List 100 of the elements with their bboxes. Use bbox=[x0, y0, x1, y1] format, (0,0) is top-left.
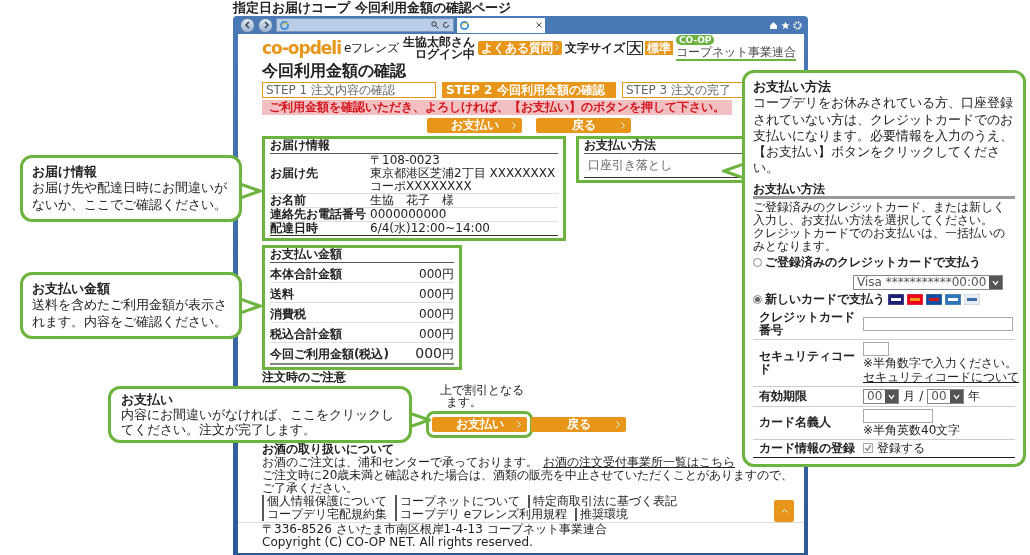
chevron-icon bbox=[517, 421, 521, 429]
footer-link[interactable]: コープデリ宅配規約集 bbox=[262, 508, 387, 522]
footer-link[interactable]: 推奨環境 bbox=[575, 508, 629, 522]
logo-subtitle: eフレンズ bbox=[344, 41, 400, 55]
callout-text: 内容にお間違いがなければ、ここをクリックしてください。注文が完了します。 bbox=[121, 407, 395, 437]
month-unit: 月 bbox=[903, 390, 916, 403]
card-logo-icon bbox=[926, 294, 942, 306]
row-label: 連絡先お電話番号 bbox=[270, 207, 367, 221]
page-caption: 指定日お届けコープ 今回利用金額の確認ページ bbox=[233, 0, 512, 16]
refresh-icon bbox=[442, 21, 450, 29]
field-label: セキュリティコード bbox=[759, 350, 856, 376]
notes-title: 注文時のご注意 bbox=[262, 370, 346, 384]
row-value: 6/4(水)12:00~14:00 bbox=[370, 221, 491, 235]
callout-title: お支払い bbox=[121, 392, 174, 407]
field-note: ※半角数字で入力ください。 bbox=[863, 357, 1018, 371]
site-logo: co-opdeli bbox=[262, 38, 341, 58]
row-label: お届け先 bbox=[270, 166, 319, 180]
year-unit: 年 bbox=[967, 390, 980, 403]
callout-text: 送料を含めたご利用金額が表示されます。内容をご確認ください。 bbox=[32, 297, 228, 330]
footer-link[interactable]: 個人情報保護について bbox=[262, 495, 387, 509]
search-icon bbox=[431, 21, 439, 29]
font-size-label: 文字サイズ bbox=[564, 41, 625, 55]
page-title: 今回利用金額の確認 bbox=[262, 61, 406, 80]
row-label: お名前 bbox=[270, 193, 307, 207]
login-status: 生協太郎さん ログイン中 bbox=[402, 36, 475, 60]
browser-tab[interactable] bbox=[457, 17, 545, 33]
browser-icon bbox=[280, 20, 289, 30]
row-label: 本体合計金額 bbox=[270, 267, 342, 281]
chevron-icon bbox=[621, 121, 625, 129]
chevron-icon bbox=[616, 421, 620, 429]
field-label: カード情報の登録 bbox=[759, 441, 856, 455]
amount-value: 000円 bbox=[419, 305, 454, 322]
checkbox-label: 登録する bbox=[877, 441, 925, 455]
year-select[interactable]: 00 bbox=[927, 389, 964, 404]
row-label: 消費税 bbox=[270, 307, 306, 321]
callout-title: お支払い金額 bbox=[32, 281, 111, 298]
back-button[interactable] bbox=[240, 17, 255, 33]
card-logo-icon bbox=[964, 294, 980, 306]
settings-icon bbox=[793, 20, 802, 30]
step-indicator: STEP 1 注文内容の確認 bbox=[262, 82, 436, 98]
close-icon bbox=[536, 22, 542, 28]
footer-link[interactable]: コープデリ eフレンズ利用規程 bbox=[395, 508, 568, 522]
checkbox[interactable] bbox=[863, 443, 873, 454]
row-value: 0000000000 bbox=[370, 207, 448, 221]
home-icon bbox=[769, 20, 778, 30]
callout-title: お届け情報 bbox=[32, 164, 98, 181]
field-label: カード名義人 bbox=[759, 416, 832, 430]
total-label: 今回ご利用金額(税込) bbox=[270, 345, 389, 363]
option-label: 新しいカードで支払う bbox=[765, 293, 885, 307]
instruction-text: クレジットカードでのお支払いは、一括払いのみとなります。 bbox=[753, 227, 1006, 254]
cardholder-field[interactable] bbox=[863, 409, 933, 423]
notes-text: ます。 bbox=[446, 396, 482, 410]
scroll-top-button[interactable] bbox=[774, 500, 794, 522]
row-value: 東京都港区芝浦2丁目 XXXXXXXX コーポXXXXXXXX bbox=[370, 166, 557, 193]
section-title: お支払い方法 bbox=[753, 182, 1015, 200]
notes-text: 上で割引となる bbox=[440, 383, 524, 397]
org-name: コープネット事業連合 bbox=[675, 46, 796, 61]
row-value: 〒108-0023 bbox=[370, 153, 441, 167]
field-label: 有効期限 bbox=[759, 390, 808, 403]
panel-title: お支払い金額 bbox=[270, 247, 454, 263]
alcohol-title: お酒の取り扱いについて bbox=[262, 443, 394, 457]
step-indicator: STEP 2 今回利用金額の確認 bbox=[442, 82, 616, 98]
amount-value: 000円 bbox=[419, 325, 454, 342]
caret-icon bbox=[949, 390, 963, 403]
field-label: クレジットカード番号 bbox=[759, 311, 856, 338]
office-list-link[interactable]: お酒の注文受付事業所一覧はこちら bbox=[543, 456, 735, 470]
instruction-text: ご登録済みのクレジットカード、または新しく入力し、お支払い方法を選択してください。 bbox=[753, 201, 1006, 228]
chevron-icon bbox=[512, 121, 516, 129]
row-label: 税込合計金額 bbox=[270, 327, 342, 341]
security-code-link[interactable]: セキュリティコードについて bbox=[863, 371, 1019, 384]
security-code-field[interactable] bbox=[863, 342, 889, 357]
option-label: ご登録済みのクレジットカードで支払う bbox=[765, 256, 981, 270]
card-select[interactable]: Visa ***********00:00 bbox=[853, 275, 1004, 291]
card-logo-icon bbox=[907, 294, 923, 306]
amount-value: 000円 bbox=[419, 285, 454, 302]
panel-title: お届け情報 bbox=[270, 138, 558, 154]
footer-link[interactable]: コープネットについて bbox=[395, 495, 520, 509]
card-number-field[interactable] bbox=[863, 317, 1013, 332]
copyright-text: Copyright (C) CO-OP NET. All rights reserved. bbox=[262, 536, 533, 550]
font-size-button[interactable]: 大 bbox=[626, 40, 643, 56]
org-badge: CO-OP bbox=[675, 35, 715, 46]
card-logo-icon bbox=[888, 294, 904, 306]
card-logo-icon bbox=[945, 294, 961, 306]
alert-banner: ご利用金額を確認いただき、よろしければ、【お支払い】のボタンを押して下さい。 bbox=[262, 100, 732, 115]
caret-icon bbox=[885, 390, 899, 403]
browser-icon bbox=[460, 20, 469, 30]
footer-address: 〒336-8526 さいたま市南区根岸1-4-13 コープネット事業連合 bbox=[262, 523, 607, 537]
row-value: 生協 花子 様 bbox=[370, 193, 455, 207]
star-icon bbox=[781, 20, 790, 30]
field-note: ※半角英数40文字 bbox=[863, 424, 961, 437]
chevron-icon bbox=[554, 44, 559, 52]
month-select[interactable]: 00 bbox=[863, 389, 900, 404]
forward-button[interactable] bbox=[258, 17, 273, 33]
caret-icon bbox=[989, 276, 1003, 290]
callout-text: お届け先や配達日時にお間違いがないか、ここでご確認ください。 bbox=[32, 180, 228, 213]
row-label: 配達日時 bbox=[270, 221, 319, 235]
separator-text: / bbox=[919, 390, 924, 403]
alcohol-notice: ご注文時に20歳未満と確認された場合は、酒類の販売を中止させていただくことがありますので、ご了承ください。 bbox=[262, 469, 795, 496]
alcohol-notice: お酒のご注文は、浦和センターで承っております。 bbox=[262, 456, 538, 470]
footer-link[interactable]: 特定商取引法に基づく表記 bbox=[528, 495, 677, 509]
